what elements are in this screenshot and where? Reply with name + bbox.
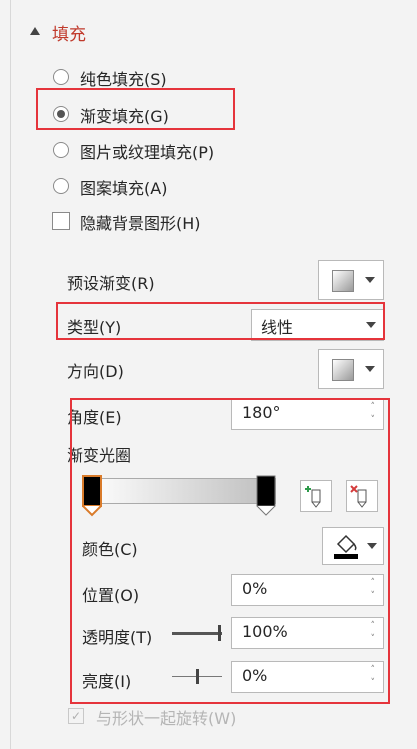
direction-dropdown[interactable] [318, 349, 384, 389]
highlight-gradient-settings [70, 398, 390, 704]
pane-divider [10, 0, 11, 749]
picture-fill-radio[interactable] [53, 142, 69, 158]
solid-fill-label[interactable]: 纯色填充(S) [80, 66, 167, 90]
fill-section-title[interactable]: 填充 [52, 20, 86, 45]
rotate-with-shape-label: 与形状一起旋转(W) [96, 709, 237, 728]
rotate-with-shape-checkbox[interactable]: ✓ [68, 708, 84, 724]
pattern-fill-radio[interactable] [53, 178, 69, 194]
pattern-fill-label[interactable]: 图案填充(A) [80, 175, 167, 199]
chevron-down-icon [365, 277, 375, 283]
highlight-gradient-fill [36, 88, 235, 130]
hide-background-label[interactable]: 隐藏背景图形(H) [80, 210, 201, 234]
hide-background-checkbox[interactable] [52, 212, 70, 230]
chevron-down-icon [365, 366, 375, 372]
preset-gradient-label: 预设渐变(R) [67, 274, 155, 293]
solid-fill-radio[interactable] [53, 69, 69, 85]
gradient-direction-icon [332, 359, 354, 381]
direction-label: 方向(D) [67, 362, 124, 381]
highlight-type-row [56, 302, 385, 340]
preset-gradient-dropdown[interactable] [318, 260, 384, 300]
picture-fill-label[interactable]: 图片或纹理填充(P) [80, 139, 214, 163]
gradient-swatch-icon [332, 270, 354, 292]
collapse-triangle-icon[interactable] [30, 27, 40, 35]
